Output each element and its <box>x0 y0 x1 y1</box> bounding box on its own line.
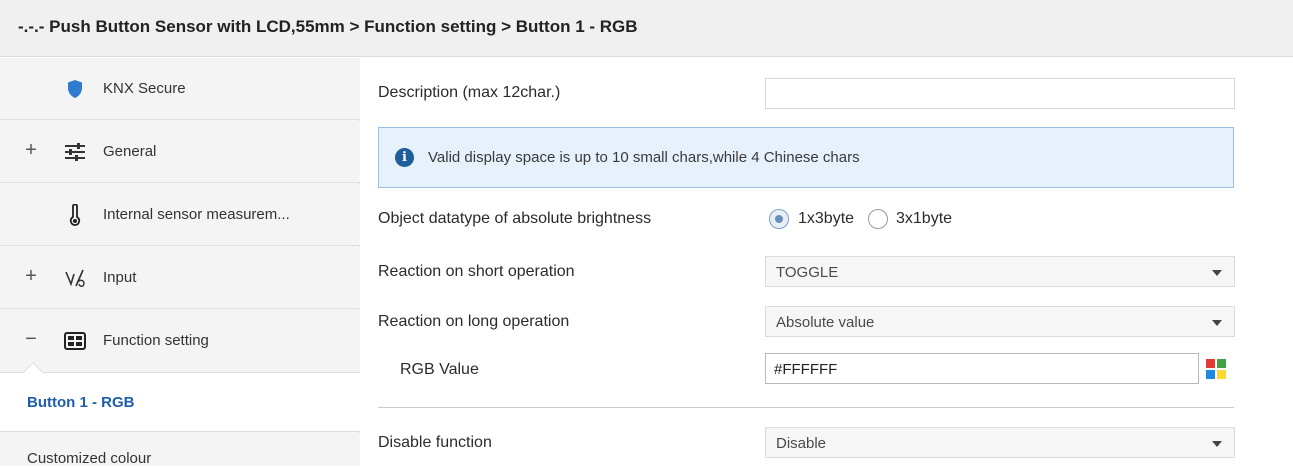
chevron-down-icon <box>1212 441 1222 447</box>
description-label: Description (max 12char.) <box>378 84 561 101</box>
sidebar-item-knx-secure[interactable]: KNX Secure <box>0 58 360 120</box>
sidebar-subitem-customized-colour[interactable]: Customized colour <box>0 433 360 467</box>
disable-function-label: Disable function <box>378 434 492 451</box>
color-palette-icon[interactable] <box>1206 359 1226 379</box>
info-banner: i Valid display space is up to 10 small … <box>378 127 1234 188</box>
sidebar-item-internal-sensor[interactable]: Internal sensor measurem... <box>0 184 360 246</box>
expand-icon[interactable]: + <box>24 265 38 288</box>
description-input[interactable] <box>765 78 1235 109</box>
chevron-down-icon <box>1212 270 1222 276</box>
long-operation-label: Reaction on long operation <box>378 313 570 330</box>
chevron-down-icon <box>1212 320 1222 326</box>
short-operation-label: Reaction on short operation <box>378 263 575 280</box>
sidebar-subitem-label: Customized colour <box>27 450 152 467</box>
sliders-icon <box>64 141 86 163</box>
rgb-value-label: RGB Value <box>400 361 479 378</box>
long-operation-value: Absolute value <box>776 314 875 331</box>
disable-function-value: Disable <box>776 435 827 452</box>
sidebar-item-function-setting[interactable]: − Function setting <box>0 310 360 372</box>
disable-function-dropdown[interactable]: Disable <box>765 427 1235 458</box>
thermometer-icon <box>64 204 86 226</box>
rgb-value-text: #FFFFFF <box>774 361 838 378</box>
expand-icon[interactable]: + <box>24 139 38 162</box>
sidebar-item-label: Function setting <box>103 332 209 349</box>
info-text: Valid display space is up to 10 small ch… <box>428 149 860 166</box>
sidebar-item-label: General <box>103 143 157 160</box>
info-icon: i <box>395 148 414 167</box>
datatype-label: Object datatype of absolute brightness <box>378 210 652 227</box>
sidebar-item-label: Internal sensor measurem... <box>103 206 290 223</box>
sidebar-subitem-label: Button 1 - RGB <box>27 394 135 411</box>
title-bar: -.-.- Push Button Sensor with LCD,55mm >… <box>0 0 1293 57</box>
radio-1x3byte-label: 1x3byte <box>798 210 855 227</box>
sidebar-item-label: Input <box>103 269 137 286</box>
short-operation-value: TOGGLE <box>776 264 839 281</box>
shield-icon <box>64 78 86 100</box>
radio-1x3byte[interactable] <box>769 209 789 229</box>
sidebar-subitem-button-1-rgb[interactable]: Button 1 - RGB <box>0 362 360 432</box>
grid-icon <box>64 330 86 352</box>
window-title: -.-.- Push Button Sensor with LCD,55mm >… <box>18 17 638 36</box>
sidebar-item-input[interactable]: + Input <box>0 247 360 309</box>
parameter-panel: Description (max 12char.) i Valid displa… <box>361 58 1293 466</box>
rgb-value-input[interactable]: #FFFFFF <box>765 353 1199 384</box>
radio-3x1byte[interactable] <box>868 209 888 229</box>
sidebar-item-general[interactable]: + General <box>0 121 360 183</box>
collapse-icon[interactable]: − <box>24 328 38 351</box>
short-operation-dropdown[interactable]: TOGGLE <box>765 256 1235 287</box>
section-divider <box>378 407 1234 408</box>
input-icon <box>64 267 86 289</box>
long-operation-dropdown[interactable]: Absolute value <box>765 306 1235 337</box>
sidebar: KNX Secure + General Internal sensor mea… <box>0 58 360 467</box>
radio-3x1byte-label: 3x1byte <box>896 210 953 227</box>
sidebar-item-label: KNX Secure <box>103 80 186 97</box>
